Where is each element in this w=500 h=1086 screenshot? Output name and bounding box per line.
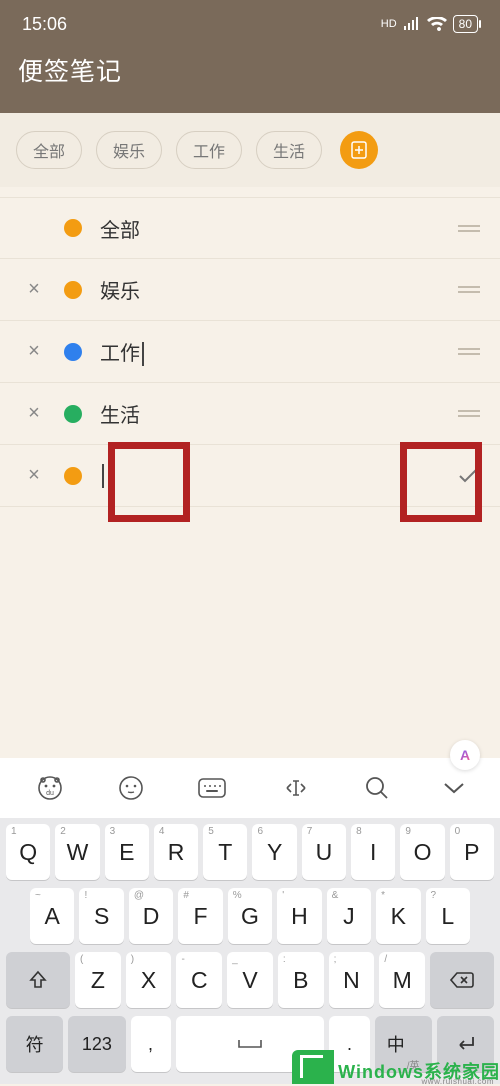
- add-category-button[interactable]: [340, 131, 378, 169]
- delete-button[interactable]: ×: [14, 464, 54, 487]
- category-list: × 全部 × 娱乐 × 工作 × 生活 ×: [0, 197, 500, 507]
- new-category-input[interactable]: [100, 464, 456, 488]
- collapse-keyboard-icon[interactable]: [443, 781, 465, 795]
- key-h[interactable]: 'H: [277, 888, 321, 944]
- key-k[interactable]: *K: [376, 888, 420, 944]
- baidu-logo-icon[interactable]: du: [35, 775, 65, 801]
- wifi-icon: [427, 17, 447, 31]
- battery-icon: 80: [453, 15, 478, 33]
- drag-handle-icon[interactable]: [458, 286, 480, 293]
- tab-entertainment[interactable]: 娱乐: [96, 131, 162, 169]
- key-a[interactable]: ~A: [30, 888, 74, 944]
- key-t[interactable]: 5T: [203, 824, 247, 880]
- key-w[interactable]: 2W: [55, 824, 99, 880]
- category-tabs: 全部 娱乐 工作 生活: [0, 113, 500, 187]
- category-label: 生活: [100, 399, 458, 428]
- page-title: 便签笔记: [0, 48, 500, 88]
- key-r[interactable]: 4R: [154, 824, 198, 880]
- search-icon[interactable]: [364, 775, 390, 801]
- category-row-life[interactable]: × 生活: [0, 383, 500, 445]
- drag-handle-icon[interactable]: [458, 225, 480, 232]
- key-i[interactable]: 8I: [351, 824, 395, 880]
- delete-button[interactable]: ×: [14, 278, 54, 301]
- key-y[interactable]: 6Y: [252, 824, 296, 880]
- svg-text:du: du: [46, 790, 54, 797]
- color-dot: [64, 343, 82, 361]
- delete-button[interactable]: ×: [14, 340, 54, 363]
- category-row-new[interactable]: ×: [0, 445, 500, 507]
- category-row-entertainment[interactable]: × 娱乐: [0, 259, 500, 321]
- backspace-key[interactable]: [430, 952, 494, 1008]
- key-v[interactable]: _V: [227, 952, 273, 1008]
- category-label: 全部: [100, 214, 458, 243]
- key-b[interactable]: :B: [278, 952, 324, 1008]
- key-q[interactable]: 1Q: [6, 824, 50, 880]
- keyboard-switch-icon[interactable]: [197, 777, 227, 799]
- drag-handle-icon[interactable]: [458, 410, 480, 417]
- key-m[interactable]: /M: [379, 952, 425, 1008]
- key-u[interactable]: 7U: [302, 824, 346, 880]
- status-time: 15:06: [22, 14, 381, 35]
- category-label: 工作: [100, 337, 458, 367]
- comma-key[interactable]: ,: [131, 1016, 171, 1072]
- key-z[interactable]: (Z: [75, 952, 121, 1008]
- lang-key[interactable]: 中/英: [375, 1016, 432, 1072]
- confirm-button[interactable]: [456, 464, 480, 488]
- keyboard: A du 1Q2W3E4R5T6Y7U8I9O0P ~A!S@D#F%G'H&J…: [0, 758, 500, 1084]
- key-l[interactable]: ?L: [426, 888, 470, 944]
- cursor-move-icon[interactable]: [281, 777, 311, 799]
- tab-life[interactable]: 生活: [256, 131, 322, 169]
- category-row-all[interactable]: × 全部: [0, 197, 500, 259]
- category-row-work[interactable]: × 工作: [0, 321, 500, 383]
- key-o[interactable]: 9O: [400, 824, 444, 880]
- key-f[interactable]: #F: [178, 888, 222, 944]
- color-dot: [64, 405, 82, 423]
- symbol-key[interactable]: 符: [6, 1016, 63, 1072]
- key-n[interactable]: ;N: [329, 952, 375, 1008]
- key-s[interactable]: !S: [79, 888, 123, 944]
- key-p[interactable]: 0P: [450, 824, 494, 880]
- space-key[interactable]: [176, 1016, 325, 1072]
- hd-icon: HD: [381, 18, 397, 30]
- color-dot: [64, 281, 82, 299]
- category-label: 娱乐: [100, 275, 458, 304]
- key-d[interactable]: @D: [129, 888, 173, 944]
- key-x[interactable]: )X: [126, 952, 172, 1008]
- number-key[interactable]: 123: [68, 1016, 125, 1072]
- drag-handle-icon[interactable]: [458, 348, 480, 355]
- tab-all[interactable]: 全部: [16, 131, 82, 169]
- color-dot: [64, 219, 82, 237]
- key-e[interactable]: 3E: [105, 824, 149, 880]
- shift-key[interactable]: [6, 952, 70, 1008]
- key-g[interactable]: %G: [228, 888, 272, 944]
- signal-icon: [403, 17, 421, 31]
- key-j[interactable]: &J: [327, 888, 371, 944]
- ai-assistant-icon[interactable]: A: [450, 740, 480, 770]
- key-c[interactable]: -C: [176, 952, 222, 1008]
- delete-button[interactable]: ×: [14, 402, 54, 425]
- enter-key[interactable]: [437, 1016, 494, 1072]
- tab-work[interactable]: 工作: [176, 131, 242, 169]
- emoji-icon[interactable]: [118, 775, 144, 801]
- color-dot: [64, 467, 82, 485]
- period-key[interactable]: .: [329, 1016, 369, 1072]
